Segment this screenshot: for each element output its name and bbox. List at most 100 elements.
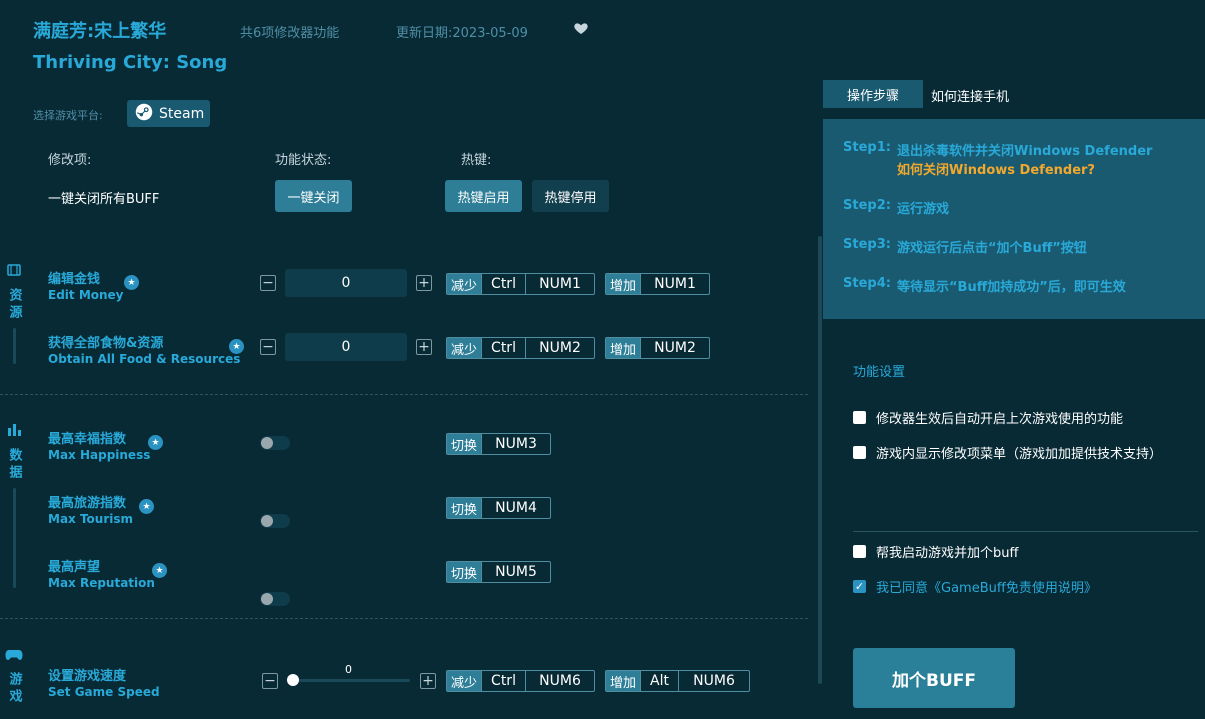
increase-button[interactable]: + (416, 275, 432, 291)
item-max-tourism: 最高旅游指数 Max Tourism (48, 492, 133, 526)
star-icon: ★ (152, 563, 167, 578)
tab-steps[interactable]: 操作步骤 (823, 80, 923, 108)
hotkey-key: Ctrl (481, 671, 525, 691)
hotkey-decrease-food[interactable]: 减少 Ctrl NUM2 (446, 337, 595, 359)
steam-platform-button[interactable]: Steam (127, 100, 210, 127)
decrease-button[interactable]: − (262, 673, 278, 689)
hotkey-increase-money[interactable]: 增加 NUM1 (605, 273, 710, 295)
hotkey-key: NUM1 (640, 274, 709, 294)
hotkey-decrease-speed[interactable]: 减少 Ctrl NUM6 (446, 670, 595, 692)
hotkey-increase-food[interactable]: 增加 NUM2 (605, 337, 710, 359)
item-name-cn: 设置游戏速度 (48, 669, 127, 684)
hotkey-enable-button[interactable]: 热键启用 (445, 180, 522, 212)
bar-chart-icon (6, 422, 22, 442)
reputation-toggle[interactable] (260, 592, 290, 606)
star-icon: ★ (229, 339, 244, 354)
col-status: 功能状态: (275, 153, 332, 168)
section-divider (0, 618, 808, 619)
section-divider (0, 394, 808, 395)
game-title-en: Thriving City: Song (33, 52, 228, 73)
hotkey-tag: 减少 (447, 274, 482, 294)
step-2-label: Step2: (843, 198, 891, 213)
heart-icon[interactable] (573, 20, 591, 38)
close-all-label: 一键关闭所有BUFF (48, 192, 160, 207)
increase-button[interactable]: + (420, 673, 436, 689)
item-name-cn: 最高幸福指数 (48, 432, 127, 447)
step-3-text: 游戏运行后点击“加个Buff”按钮 (897, 241, 1087, 256)
gamepad-icon (5, 647, 23, 666)
category-data-label: 数据 (6, 448, 22, 482)
checkbox[interactable] (853, 545, 866, 558)
money-input[interactable]: 0 (285, 269, 407, 297)
food-input[interactable]: 0 (285, 333, 407, 361)
checkbox-checked[interactable]: ✓ (853, 580, 866, 593)
item-name-en: Max Happiness (48, 448, 151, 462)
update-date: 更新日期:2023-05-09 (396, 26, 528, 41)
hotkey-key: NUM4 (481, 498, 550, 518)
col-mod: 修改项: (48, 153, 92, 168)
checkbox[interactable] (853, 411, 866, 424)
feature-count: 共6项修改器功能 (240, 26, 340, 41)
hotkey-key: Ctrl (481, 338, 525, 358)
happiness-toggle[interactable] (260, 436, 290, 450)
show-menu-option[interactable]: 游戏内显示修改项菜单（游戏加加提供技术支持） (853, 443, 1162, 462)
item-name-en: Obtain All Food & Resources (48, 352, 241, 366)
hotkey-key: NUM1 (525, 274, 594, 294)
agree-terms-label[interactable]: 我已同意《GameBuff免责使用说明》 (876, 577, 1097, 596)
hotkey-tag: 减少 (447, 671, 482, 691)
category-data[interactable]: 数据 (4, 422, 24, 588)
decrease-button[interactable]: − (260, 275, 276, 291)
launch-with-buff-option[interactable]: 帮我启动游戏并加个buff (853, 542, 1018, 561)
step-4-text: 等待显示“Buff加持成功”后，即可生效 (897, 280, 1126, 295)
steam-label: Steam (159, 105, 205, 122)
item-max-happiness: 最高幸福指数 Max Happiness (48, 428, 150, 462)
hotkey-tag: 增加 (606, 274, 641, 294)
wallet-icon (6, 262, 22, 282)
hotkey-tag: 切换 (447, 562, 482, 582)
step-1-label: Step1: (843, 140, 891, 155)
step-2-text: 运行游戏 (897, 202, 950, 217)
tab-connect-phone[interactable]: 如何连接手机 (931, 86, 1009, 105)
step-3-label: Step3: (843, 237, 891, 252)
speed-slider-track[interactable] (292, 679, 410, 682)
close-all-button[interactable]: 一键关闭 (275, 180, 352, 212)
scrollbar[interactable] (818, 236, 822, 684)
item-game-speed: 设置游戏速度 Set Game Speed (48, 665, 160, 699)
item-obtain-food: 获得全部食物&资源 Obtain All Food & Resources (48, 332, 240, 366)
hotkey-toggle-reputation[interactable]: 切换 NUM5 (446, 561, 551, 583)
add-buff-button[interactable]: 加个BUFF (853, 648, 1015, 708)
hotkey-tag: 切换 (447, 434, 482, 454)
hotkey-tag: 切换 (447, 498, 482, 518)
item-name-cn: 编辑金钱 (48, 272, 101, 287)
hotkey-key: Alt (640, 671, 678, 691)
auto-enable-option[interactable]: 修改器生效后自动开启上次游戏使用的功能 (853, 408, 1123, 427)
hotkey-disable-button[interactable]: 热键停用 (532, 180, 609, 212)
increase-button[interactable]: + (416, 339, 432, 355)
hotkey-tag: 增加 (606, 338, 641, 358)
speed-slider-knob[interactable] (287, 674, 299, 686)
platform-label: 选择游戏平台: (33, 109, 103, 122)
item-name-en: Max Tourism (48, 512, 134, 526)
category-bar (12, 488, 16, 588)
hotkey-increase-speed[interactable]: 增加 Alt NUM6 (605, 670, 750, 692)
step-4-label: Step4: (843, 276, 891, 291)
star-icon: ★ (124, 275, 139, 290)
speed-value: 0 (345, 663, 352, 676)
hotkey-toggle-happiness[interactable]: 切换 NUM3 (446, 433, 551, 455)
defender-help-link[interactable]: 如何关闭Windows Defender? (897, 159, 1095, 178)
item-max-reputation: 最高声望 Max Reputation (48, 556, 155, 590)
launch-with-buff-label: 帮我启动游戏并加个buff (876, 546, 1019, 561)
agree-terms-option[interactable]: ✓ 我已同意《GameBuff免责使用说明》 (853, 577, 1097, 596)
checkbox[interactable] (853, 446, 866, 459)
item-name-en: Edit Money (48, 288, 124, 302)
hotkey-key: NUM6 (525, 671, 594, 691)
tourism-toggle[interactable] (260, 514, 290, 528)
star-icon: ★ (139, 499, 154, 514)
category-game[interactable]: 游戏 (4, 647, 24, 706)
item-name-cn: 最高旅游指数 (48, 496, 127, 511)
show-menu-label: 游戏内显示修改项菜单（游戏加加提供技术支持） (876, 447, 1163, 462)
hotkey-decrease-money[interactable]: 减少 Ctrl NUM1 (446, 273, 595, 295)
decrease-button[interactable]: − (260, 339, 276, 355)
hotkey-toggle-tourism[interactable]: 切换 NUM4 (446, 497, 551, 519)
category-resources[interactable]: 资源 (4, 262, 24, 364)
